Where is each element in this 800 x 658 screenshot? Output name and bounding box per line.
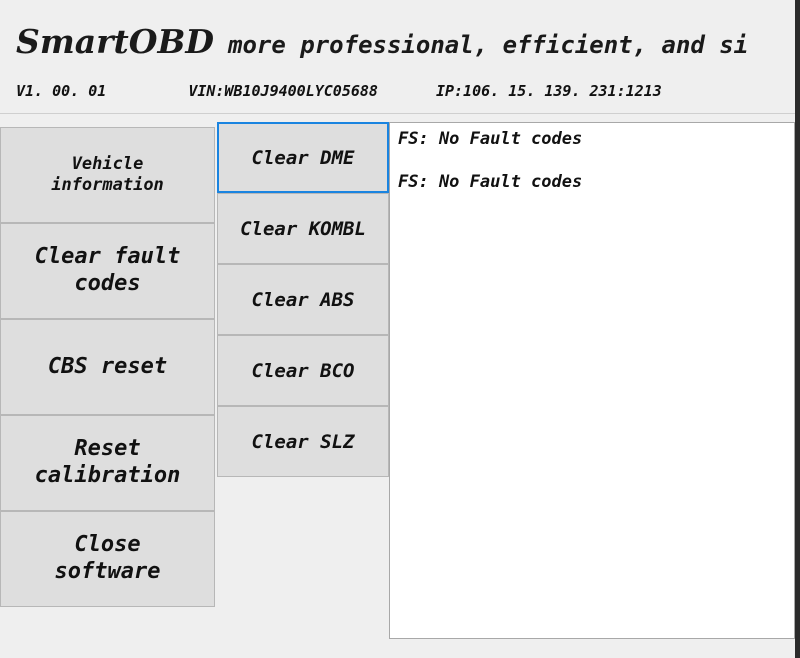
clear-module-tab-column: Clear DME Clear KOMBL Clear ABS Clear BC… xyxy=(217,122,389,477)
header-meta-row: V1. 00. 01 VIN:WB10J9400LYC05688 IP:106. 1… xyxy=(16,82,662,100)
output-log-line: FS: No Fault codes xyxy=(398,172,583,192)
sidebar-item-close-software[interactable]: Close software xyxy=(0,511,215,607)
window-right-edge xyxy=(795,0,800,658)
version-label: V1. 00. 01 xyxy=(16,82,107,100)
app-tagline: more professional, efficient, and si xyxy=(228,31,749,59)
tab-clear-abs[interactable]: Clear ABS xyxy=(217,264,389,335)
output-log-line: FS: No Fault codes xyxy=(398,129,583,149)
vin-label: VIN:WB10J9400LYC05688 xyxy=(188,82,378,100)
smartobd-app-window: SmartOBD more professional, efficient, an… xyxy=(0,0,800,658)
tab-clear-dme[interactable]: Clear DME xyxy=(217,122,389,193)
tab-clear-slz[interactable]: Clear SLZ xyxy=(217,406,389,477)
ip-label: IP:106. 15. 139. 231:1213 xyxy=(435,82,662,100)
brand-row: SmartOBD more professional, efficient, an… xyxy=(16,22,748,61)
sidebar-item-vehicle-information[interactable]: Vehicle information xyxy=(0,127,215,223)
app-title: SmartOBD xyxy=(16,22,215,61)
sidebar: Vehicle information Clear fault codes CB… xyxy=(0,127,215,607)
app-header: SmartOBD more professional, efficient, an… xyxy=(0,0,795,114)
sidebar-item-reset-calibration[interactable]: Reset calibration xyxy=(0,415,215,511)
sidebar-item-cbs-reset[interactable]: CBS reset xyxy=(0,319,215,415)
sidebar-item-clear-fault-codes[interactable]: Clear fault codes xyxy=(0,223,215,319)
output-log-panel[interactable]: FS: No Fault codes FS: No Fault codes xyxy=(389,122,795,639)
tab-clear-kombl[interactable]: Clear KOMBL xyxy=(217,193,389,264)
tab-clear-bco[interactable]: Clear BCO xyxy=(217,335,389,406)
